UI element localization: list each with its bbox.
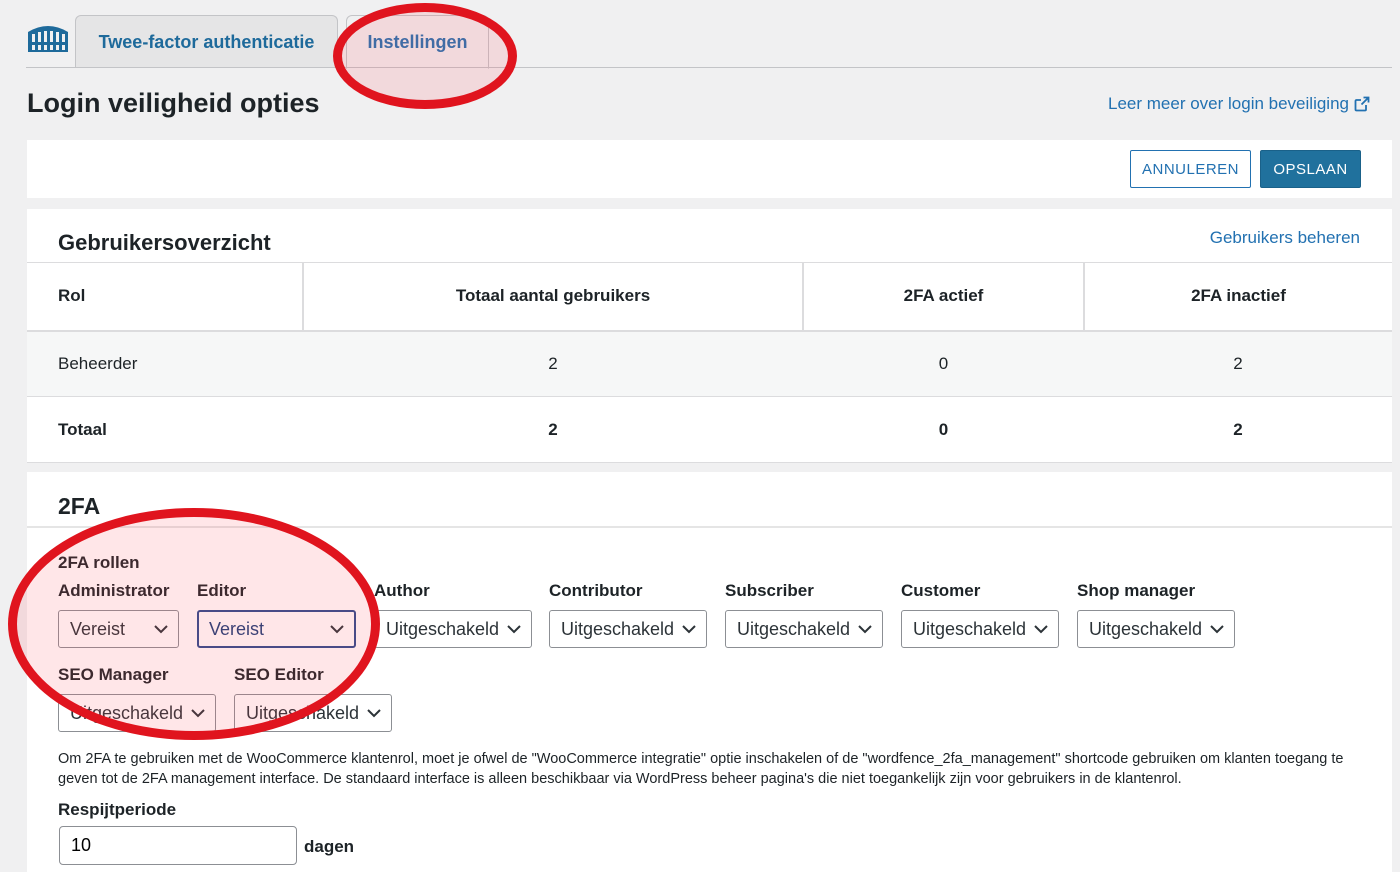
role-shop-manager: Shop manager Uitgeschakeld [1077,581,1235,648]
chevron-down-icon [330,624,344,633]
role-select-administrator[interactable]: Vereist [58,610,179,648]
table-header-row: Rol Totaal aantal gebruikers 2FA actief … [27,262,1392,332]
cell-total: 2 [303,396,803,463]
select-value: Uitgeschakeld [246,702,360,723]
column-header-2fa-inactive: 2FA inactief [1083,262,1392,332]
grace-period-label: Respijtperiode [58,800,177,819]
role-select-seo-manager[interactable]: Uitgeschakeld [58,694,216,732]
role-select-contributor[interactable]: Uitgeschakeld [549,610,707,648]
section-divider [27,526,1392,528]
role-label: Author [374,581,430,600]
chevron-down-icon [367,708,381,717]
role-customer: Customer Uitgeschakeld [901,581,1059,648]
cell-inactive: 2 [1084,396,1392,463]
cell-role: Totaal [27,396,303,463]
table-row: Beheerder 2 0 2 [27,330,1392,397]
save-button[interactable]: OPSLAAN [1260,150,1361,188]
role-administrator: Administrator Vereist [58,581,179,648]
page-title: Login veiligheid opties [27,88,320,118]
column-header-role: Rol [27,262,303,332]
select-value: Uitgeschakeld [70,702,184,723]
two-fa-roles-title: 2FA rollen [58,553,140,572]
two-fa-title: 2FA [58,493,101,519]
external-link-icon [1354,96,1370,112]
tabs-divider [26,67,1392,68]
tab-settings[interactable]: Instellingen [346,15,489,69]
cell-total: 2 [303,330,803,397]
role-select-customer[interactable]: Uitgeschakeld [901,610,1059,648]
chevron-down-icon [154,624,168,633]
chevron-down-icon [858,624,872,633]
action-bar: ANNULEREN OPSLAAN [27,140,1392,198]
tab-two-factor-authentication[interactable]: Twee-factor authenticatie [75,15,338,68]
role-select-subscriber[interactable]: Uitgeschakeld [725,610,883,648]
role-label: Administrator [58,581,170,600]
woocommerce-note: Om 2FA te gebruiken met de WooCommerce k… [58,751,1344,787]
role-label: Customer [901,581,981,600]
cell-active: 0 [803,330,1084,397]
chevron-down-icon [507,624,521,633]
users-overview-panel: Gebruikersoverzicht Gebruikers beheren R… [27,209,1392,463]
cell-active: 0 [803,396,1084,463]
role-seo-manager: SEO Manager Uitgeschakeld [58,665,216,732]
chevron-down-icon [191,708,205,717]
select-value: Uitgeschakeld [737,618,851,639]
chevron-down-icon [682,624,696,633]
chevron-down-icon [1210,624,1224,633]
role-label: Contributor [549,581,643,600]
tab-label: Instellingen [367,31,468,52]
learn-more-label: Leer meer over login beveiliging [1108,94,1349,113]
role-label: Shop manager [1077,581,1196,600]
cell-inactive: 2 [1084,330,1392,397]
role-subscriber: Subscriber Uitgeschakeld [725,581,883,648]
column-header-total: Totaal aantal gebruikers [302,262,803,332]
tab-label: Twee-factor authenticatie [98,31,315,52]
role-seo-editor: SEO Editor Uitgeschakeld [234,665,392,732]
select-value: Vereist [70,618,126,639]
select-value: Vereist [209,618,265,639]
two-fa-panel: 2FA 2FA rollen Administrator Vereist Edi… [27,472,1392,872]
role-select-author[interactable]: Uitgeschakeld [374,610,532,648]
role-editor: Editor Vereist [197,581,356,648]
users-overview-table: Rol Totaal aantal gebruikers 2FA actief … [27,262,1392,463]
role-select-shop-manager[interactable]: Uitgeschakeld [1077,610,1235,648]
role-author: Author Uitgeschakeld [374,581,532,648]
grace-period-input[interactable] [59,826,297,865]
role-label: Editor [197,581,247,600]
manage-users-link[interactable]: Gebruikers beheren [1210,228,1360,248]
role-label: SEO Editor [234,665,324,684]
select-value: Uitgeschakeld [913,618,1027,639]
role-contributor: Contributor Uitgeschakeld [549,581,707,648]
role-label: Subscriber [725,581,814,600]
role-label: SEO Manager [58,665,169,684]
table-row-total: Totaal 2 0 2 [27,396,1392,463]
learn-more-link[interactable]: Leer meer over login beveiliging [1108,94,1370,114]
wordfence-logo-icon [28,26,68,52]
cell-role: Beheerder [27,330,303,397]
role-select-editor[interactable]: Vereist [197,610,356,648]
overview-title: Gebruikersoverzicht [58,230,271,255]
column-header-2fa-active: 2FA actief [802,262,1084,332]
chevron-down-icon [1034,624,1048,633]
grace-period-unit: dagen [304,837,355,856]
select-value: Uitgeschakeld [1089,618,1203,639]
cancel-button[interactable]: ANNULEREN [1130,150,1251,188]
select-value: Uitgeschakeld [386,618,500,639]
role-select-seo-editor[interactable]: Uitgeschakeld [234,694,392,732]
select-value: Uitgeschakeld [561,618,675,639]
